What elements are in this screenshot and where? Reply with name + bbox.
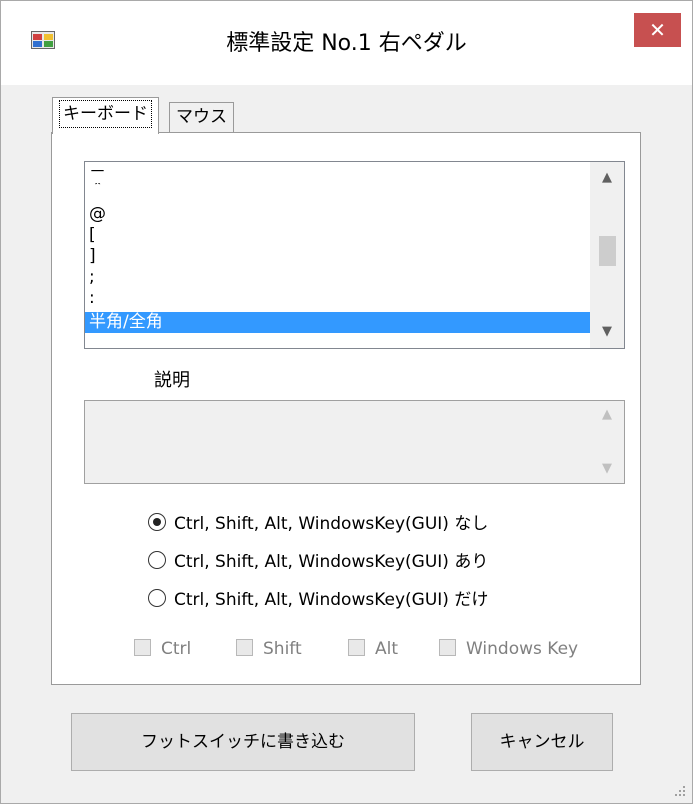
scroll-down-icon[interactable]: ▼ (590, 316, 624, 348)
list-item[interactable]: ＾ (85, 183, 590, 204)
checkbox-label: Ctrl (161, 639, 192, 659)
checkbox-windows-key[interactable]: Windows Key (439, 634, 578, 664)
description-label: 説明 (154, 370, 190, 391)
radio-button[interactable] (148, 551, 166, 569)
key-listbox[interactable]: － ＾ @ [ ] ; : 半角/全角 ▲ ▼ (84, 161, 625, 349)
key-list-items: － ＾ @ [ ] ; : 半角/全角 (85, 162, 590, 348)
list-item[interactable]: － (85, 162, 590, 183)
tab-keyboard-label: キーボード (59, 100, 152, 128)
write-to-footswitch-button[interactable]: フットスイッチに書き込む (71, 713, 415, 771)
scroll-up-icon: ▲ (602, 407, 612, 422)
radio-button-checked[interactable] (148, 513, 166, 531)
list-item[interactable]: ; (85, 267, 590, 288)
close-icon: ✕ (649, 18, 666, 42)
checkbox-box[interactable] (439, 638, 456, 656)
radio-button[interactable] (148, 589, 166, 607)
list-item[interactable]: ] (85, 246, 590, 267)
radio-modifiers-with[interactable]: Ctrl, Shift, Alt, WindowsKey(GUI) あり (148, 547, 488, 577)
checkbox-shift[interactable]: Shift (236, 634, 302, 664)
radio-label: Ctrl, Shift, Alt, WindowsKey(GUI) だけ (174, 590, 489, 610)
tab-mouse-label: マウス (176, 107, 227, 127)
radio-label: Ctrl, Shift, Alt, WindowsKey(GUI) なし (174, 514, 489, 534)
checkbox-label: Alt (375, 639, 399, 659)
keyboard-tab-panel: － ＾ @ [ ] ; : 半角/全角 ▲ ▼ 説明 ▲ ▼ Ctrl, Shi… (51, 132, 641, 685)
window-title: 標準設定 No.1 右ペダル (226, 31, 467, 56)
scroll-up-icon[interactable]: ▲ (590, 162, 624, 194)
checkbox-box[interactable] (134, 638, 151, 656)
scroll-down-icon: ▼ (602, 461, 612, 476)
title-bar[interactable]: 標準設定 No.1 右ペダル ✕ (1, 1, 692, 85)
radio-modifiers-only[interactable]: Ctrl, Shift, Alt, WindowsKey(GUI) だけ (148, 585, 488, 615)
description-scrollbar: ▲ ▼ (590, 401, 624, 483)
checkbox-ctrl[interactable]: Ctrl (134, 634, 191, 664)
settings-dialog: 標準設定 No.1 右ペダル ✕ キーボード マウス － ＾ @ [ ] ; :… (0, 0, 693, 804)
resize-grip-icon[interactable] (674, 785, 686, 797)
checkbox-box[interactable] (348, 638, 365, 656)
key-list-scrollbar[interactable]: ▲ ▼ (590, 162, 624, 348)
list-item[interactable]: : (85, 288, 590, 309)
list-item[interactable]: [ (85, 225, 590, 246)
radio-label: Ctrl, Shift, Alt, WindowsKey(GUI) あり (174, 552, 489, 572)
checkbox-label: Windows Key (466, 639, 579, 659)
tab-mouse[interactable]: マウス (169, 102, 234, 133)
close-button[interactable]: ✕ (634, 13, 681, 47)
tab-keyboard[interactable]: キーボード (52, 97, 159, 134)
scroll-thumb[interactable] (599, 236, 616, 266)
checkbox-box[interactable] (236, 638, 253, 656)
list-item[interactable]: @ (85, 204, 590, 225)
cancel-button[interactable]: キャンセル (471, 713, 613, 771)
dialog-client-area: キーボード マウス － ＾ @ [ ] ; : 半角/全角 ▲ ▼ 説明 ▲ ▼… (1, 85, 692, 803)
checkbox-label: Shift (263, 639, 302, 659)
description-box: ▲ ▼ (84, 400, 625, 484)
radio-modifiers-none[interactable]: Ctrl, Shift, Alt, WindowsKey(GUI) なし (148, 509, 488, 539)
checkbox-alt[interactable]: Alt (348, 634, 398, 664)
list-item-selected[interactable]: 半角/全角 (85, 312, 590, 333)
